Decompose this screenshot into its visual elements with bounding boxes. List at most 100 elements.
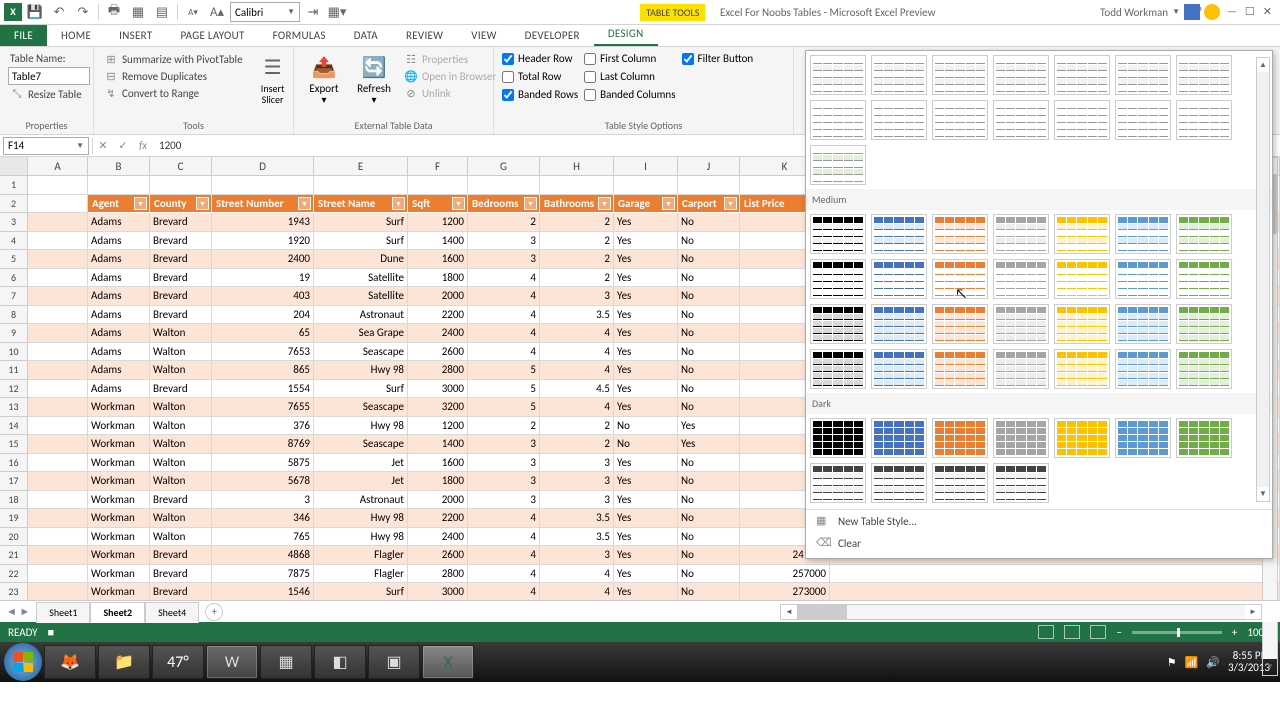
cell[interactable]: 8769 (212, 435, 314, 454)
cell[interactable]: 1200 (408, 213, 468, 232)
row-header[interactable]: 22 (0, 565, 28, 584)
table-header-cell[interactable]: Street Name▼ (314, 195, 408, 214)
cell[interactable]: Adams (88, 361, 150, 380)
table-style-swatch[interactable] (810, 304, 866, 344)
cell[interactable]: Workman (88, 491, 150, 510)
select-all-corner[interactable] (0, 157, 28, 175)
column-header[interactable]: J (678, 157, 740, 175)
cell[interactable]: Astronaut (314, 306, 408, 325)
cell[interactable]: Workman (88, 583, 150, 600)
cell[interactable]: 3 (540, 472, 614, 491)
table-style-swatch[interactable] (1176, 259, 1232, 299)
table-style-swatch[interactable] (1176, 55, 1232, 95)
cell[interactable]: Brevard (150, 306, 212, 325)
row-header[interactable]: 6 (0, 269, 28, 288)
filter-button-checkbox[interactable]: Filter Button (682, 51, 754, 66)
table-style-swatch[interactable] (1115, 349, 1171, 389)
table-style-swatch[interactable] (932, 463, 988, 503)
cell[interactable]: Yes (614, 213, 678, 232)
table-style-swatch[interactable] (871, 463, 927, 503)
cell[interactable]: No (678, 583, 740, 600)
row-header[interactable]: 1 (0, 176, 28, 195)
cell[interactable]: No (678, 343, 740, 362)
cell[interactable]: 1546 (212, 583, 314, 600)
cell[interactable]: 2400 (212, 250, 314, 269)
filter-dropdown-icon[interactable]: ▼ (598, 197, 611, 210)
cell[interactable]: Adams (88, 213, 150, 232)
column-header[interactable]: D (212, 157, 314, 175)
cell[interactable]: Jet (314, 454, 408, 473)
cell[interactable]: Surf (314, 380, 408, 399)
filter-dropdown-icon[interactable]: ▼ (662, 197, 675, 210)
cell[interactable]: Dune (314, 250, 408, 269)
column-header[interactable]: E (314, 157, 408, 175)
cell[interactable]: 1400 (408, 435, 468, 454)
taskbar-app2[interactable]: ◧ (314, 645, 366, 679)
cell[interactable]: 3.5 (540, 306, 614, 325)
table-style-swatch[interactable] (1054, 214, 1110, 254)
table-style-swatch[interactable] (810, 214, 866, 254)
cancel-formula-icon[interactable]: ✕ (93, 136, 113, 156)
cell[interactable]: Walton (150, 509, 212, 528)
cell[interactable] (614, 176, 678, 195)
name-box[interactable]: F14▼ (3, 137, 89, 155)
cell[interactable]: Yes (614, 361, 678, 380)
cell[interactable]: Brevard (150, 546, 212, 565)
cell[interactable]: Adams (88, 269, 150, 288)
row-header[interactable]: 9 (0, 324, 28, 343)
table-style-swatch[interactable] (1176, 100, 1232, 140)
cell[interactable]: Hwy 98 (314, 361, 408, 380)
filter-dropdown-icon[interactable]: ▼ (392, 197, 405, 210)
refresh-button[interactable]: 🔄Refresh▾ (352, 51, 396, 107)
cell[interactable]: Workman (88, 454, 150, 473)
cell[interactable]: Brevard (150, 491, 212, 510)
cell[interactable]: Workman (88, 417, 150, 436)
zoom-slider[interactable] (1132, 631, 1222, 634)
cell[interactable]: No (678, 213, 740, 232)
cell[interactable]: Brevard (150, 232, 212, 251)
cell[interactable]: Adams (88, 306, 150, 325)
zoom-in-button[interactable]: + (1232, 626, 1237, 639)
cell[interactable]: 1800 (408, 269, 468, 288)
cell-fill-icon[interactable]: ▦▾ (326, 1, 348, 23)
table-style-swatch[interactable] (993, 349, 1049, 389)
cell[interactable]: Adams (88, 324, 150, 343)
table-style-swatch[interactable] (993, 463, 1049, 503)
cell[interactable]: 7655 (212, 398, 314, 417)
taskbar-firefox[interactable]: 🦊 (44, 645, 96, 679)
table-style-swatch[interactable] (932, 55, 988, 95)
cell[interactable]: Surf (314, 213, 408, 232)
taskbar-excel[interactable]: X (422, 645, 474, 679)
row-header[interactable]: 16 (0, 454, 28, 473)
tab-developer[interactable]: DEVELOPER (511, 25, 594, 46)
cell[interactable]: Walton (150, 398, 212, 417)
table-style-swatch[interactable] (1176, 214, 1232, 254)
cell[interactable]: 2 (540, 269, 614, 288)
cell[interactable]: Walton (150, 417, 212, 436)
summarize-pivot-button[interactable]: ⊞Summarize with PivotTable (102, 51, 245, 67)
cell[interactable]: Sea Grape (314, 324, 408, 343)
cell[interactable]: 257000 (740, 565, 830, 584)
header-row-checkbox[interactable]: Header Row (502, 51, 578, 66)
table-style-swatch[interactable] (810, 259, 866, 299)
cell[interactable]: Seascape (314, 435, 408, 454)
tab-home[interactable]: HOME (47, 25, 105, 46)
cell[interactable]: 4 (468, 528, 540, 547)
cell[interactable]: 3 (468, 491, 540, 510)
column-header[interactable]: F (408, 157, 468, 175)
cell[interactable]: Surf (314, 232, 408, 251)
cell[interactable]: 2400 (408, 324, 468, 343)
cell[interactable]: No (614, 417, 678, 436)
cell[interactable]: No (678, 509, 740, 528)
row-header[interactable]: 5 (0, 250, 28, 269)
row-header[interactable]: 14 (0, 417, 28, 436)
cell[interactable]: Walton (150, 343, 212, 362)
cell[interactable]: 4 (540, 361, 614, 380)
cell[interactable]: 403 (212, 287, 314, 306)
filter-dropdown-icon[interactable]: ▼ (134, 197, 147, 210)
cell[interactable]: 5 (468, 361, 540, 380)
cell[interactable]: 5 (468, 398, 540, 417)
row-header[interactable]: 12 (0, 380, 28, 399)
undo-icon[interactable]: ↶ (48, 1, 70, 23)
cell[interactable]: 765 (212, 528, 314, 547)
